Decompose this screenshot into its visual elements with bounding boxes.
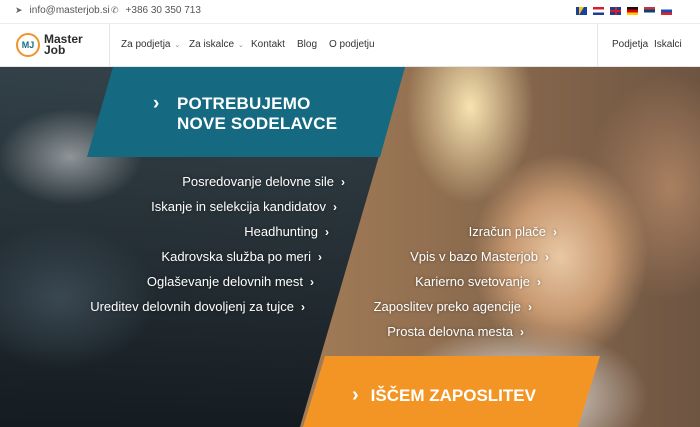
employer-link[interactable]: Iskanje in selekcija kandidatov › [151,199,337,214]
nav-divider [109,24,110,67]
candidate-banner-title[interactable]: › IŠČEM ZAPOSLITEV [352,384,536,407]
link-label: Vpis v bazo Masterjob [410,249,538,264]
link-label: Headhunting [244,224,318,239]
candidate-link[interactable]: Vpis v bazo Masterjob › [410,249,549,264]
flag-en-icon[interactable] [610,7,621,15]
nav-item-label: O podjetju [329,39,375,50]
paper-plane-icon: ➤ [15,5,23,15]
nav-item-label: Kontakt [251,39,285,50]
chevron-right-icon: › [153,93,160,114]
chevron-right-icon: › [325,224,329,239]
chevron-right-icon: › [318,249,322,264]
flag-hr-icon[interactable] [593,7,604,15]
nav-item-iskalci[interactable]: Iskalci [654,39,682,50]
employer-link[interactable]: Posredovanje delovne sile › [182,174,345,189]
banner-line-2: NOVE SODELAVCE [177,114,338,133]
nav-item-label: Blog [297,39,318,50]
link-label: Ureditev delovnih dovoljenj za tujce [90,299,294,314]
chevron-right-icon: › [352,384,359,406]
masterjob-logo[interactable]: MJ Master Job [16,33,83,57]
nav-item-label: Iskalci [654,39,682,50]
language-switcher [576,7,672,15]
chevron-down-icon: ⌄ [174,41,181,49]
chevron-down-icon: ⌄ [238,41,244,49]
cta-label: IŠČEM ZAPOSLITEV [370,385,536,405]
email-text[interactable]: info@masterjob.si [30,5,110,16]
phone-icon: ✆ [111,5,119,15]
top-contact-bar: ➤ info@masterjob.si ✆ +386 30 350 713 [0,0,700,24]
link-label: Zaposlitev preko agencije [373,299,521,314]
phone-contact[interactable]: ✆ +386 30 350 713 [111,5,201,16]
nav-divider-right [597,24,598,67]
phone-text[interactable]: +386 30 350 713 [126,5,201,16]
hero-section: › POTREBUJEMO NOVE SODELAVCE › IŠČEM ZAP… [0,67,700,427]
chevron-right-icon: › [333,199,337,214]
candidate-link[interactable]: Izračun plače › [469,224,557,239]
nav-item-za-podjetja[interactable]: Za podjetja ⌄ [121,39,180,50]
candidate-link[interactable]: Zaposlitev preko agencije › [374,299,532,314]
employer-banner-title[interactable]: › POTREBUJEMO NOVE SODELAVCE [153,93,338,134]
link-label: Karierno svetovanje [415,274,530,289]
link-label: Posredovanje delovne sile [182,174,334,189]
candidate-link[interactable]: Prosta delovna mesta › [387,324,524,339]
logo-mark: MJ [16,33,40,57]
banner-line-1: POTREBUJEMO [177,94,311,113]
flag-sr-icon[interactable] [644,7,655,15]
chevron-right-icon: › [301,299,305,314]
flag-de-icon[interactable] [627,7,638,15]
employer-link[interactable]: Oglaševanje delovnih mest › [147,274,314,289]
nav-item-podjetja[interactable]: Podjetja [612,39,648,50]
candidate-link[interactable]: Karierno svetovanje › [415,274,541,289]
employer-link[interactable]: Ureditev delovnih dovoljenj za tujce › [90,299,305,314]
employer-link[interactable]: Kadrovska služba po meri › [161,249,322,264]
nav-item-za-iskalce[interactable]: Za iskalce ⌄ [189,39,244,50]
email-contact[interactable]: ➤ info@masterjob.si [15,5,110,16]
employer-link[interactable]: Headhunting › [244,224,329,239]
nav-item-label: Za podjetja [121,39,171,50]
nav-item-o-podjetju[interactable]: O podjetju [329,39,375,50]
chevron-right-icon: › [341,174,345,189]
nav-item-blog[interactable]: Blog [297,39,317,50]
link-label: Iskanje in selekcija kandidatov [151,199,326,214]
chevron-right-icon: › [520,324,524,339]
logo-wordmark: Master Job [44,33,83,57]
nav-item-kontakt[interactable]: Kontakt [251,39,285,50]
chevron-right-icon: › [310,274,314,289]
main-navbar: MJ Master Job Za podjetja ⌄ Za iskalce ⌄… [0,24,700,67]
flag-bs-icon[interactable] [576,7,587,15]
link-label: Prosta delovna mesta [387,324,513,339]
flag-sl-icon[interactable] [661,7,672,15]
link-label: Izračun plače [468,224,546,239]
link-label: Oglaševanje delovnih mest [146,274,303,289]
nav-item-label: Podjetja [612,39,649,50]
chevron-right-icon: › [537,274,541,289]
chevron-right-icon: › [545,249,549,264]
chevron-right-icon: › [528,299,532,314]
nav-item-label: Za iskalce [189,39,235,50]
chevron-right-icon: › [553,224,557,239]
link-label: Kadrovska služba po meri [161,249,311,264]
logo-line-2: Job [44,43,66,57]
